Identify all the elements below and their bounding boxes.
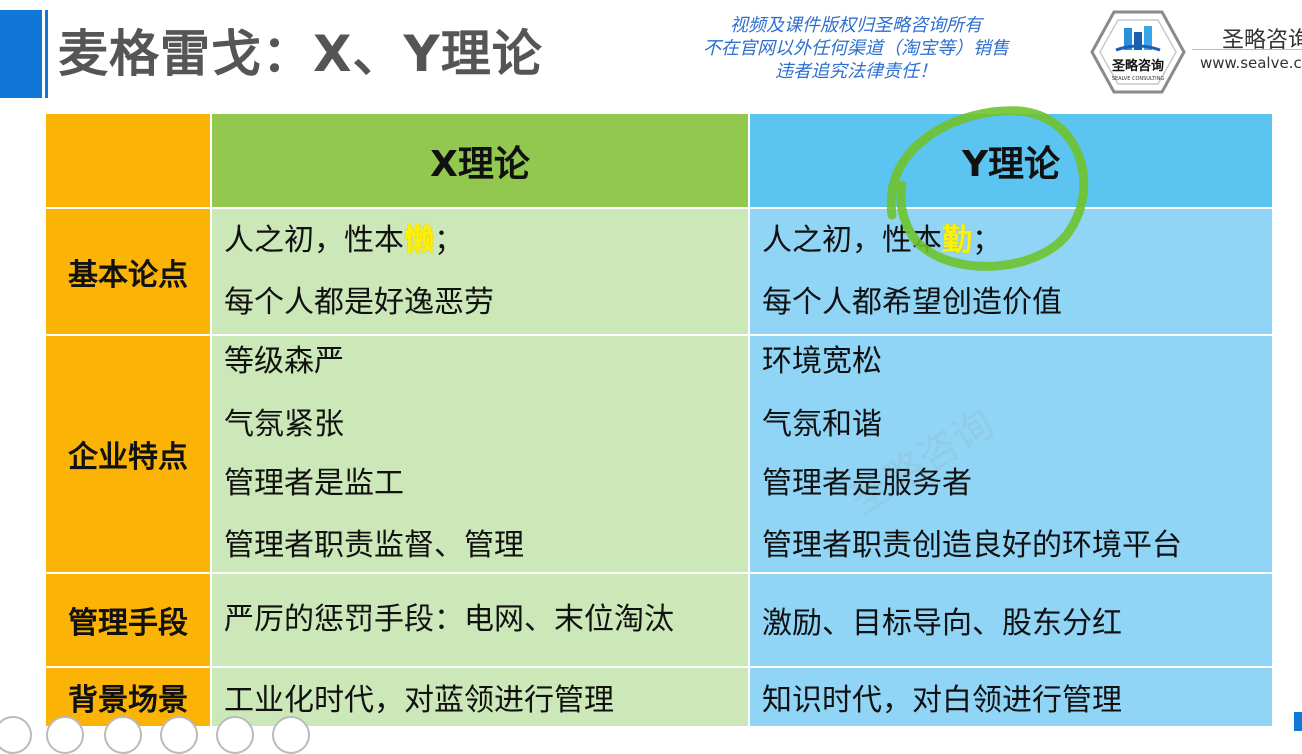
highlight-diligent: 勤 [942,222,972,258]
text-segment: 人之初，性本 [762,222,942,258]
corner-cell [44,112,212,209]
x-scene-text: 工业化时代，对蓝领进行管理 [224,683,614,718]
prev-control[interactable] [0,716,32,754]
y-method-text: 激励、目标导向、股东分红 [762,606,1122,641]
accent-bar [0,10,42,98]
y-method-cell: 激励、目标导向、股东分红 [748,572,1274,668]
list-item: 管理者是监工 [224,466,404,501]
y-basic-line-1: 人之初，性本勤； [750,210,1272,272]
y-enterprise-cell: 环境宽松 气氛和谐 管理者是服务者 管理者职责创造良好的环境平台 [748,334,1274,574]
x-method-text: 严厉的惩罚手段：电网、末位淘汰 [224,602,674,637]
list-item: 气氛紧张 [224,407,344,442]
y-scene-cell: 知识时代，对白领进行管理 [748,666,1274,728]
x-basic-cell: 人之初，性本懒； 每个人都是好逸恶劳 [210,207,750,336]
text-segment: 人之初，性本 [224,222,404,258]
text-segment: ； [972,222,1002,258]
x-basic-line-1: 人之初，性本懒； [212,210,748,272]
list-item: 管理者是服务者 [762,466,972,501]
copyright-line-1: 视频及课件版权归圣略咨询所有 [730,15,982,36]
brand-url: www.sealve.c [1200,54,1302,72]
list-item: 气氛和谐 [762,407,882,442]
row-label-enterprise: 企业特点 [44,334,212,574]
text-segment: ； [434,222,464,258]
y-basic-line-2: 每个人都希望创造价值 [762,284,1062,320]
x-theory-header: X理论 [210,112,750,209]
list-item: 环境宽松 [762,344,882,379]
x-method-cell: 严厉的惩罚手段：电网、末位淘汰 [210,572,750,668]
list-item: 等级森严 [224,344,344,379]
svg-text:SEALVE CONSULTING: SEALVE CONSULTING [1112,76,1165,82]
table-row: 基本论点 人之初，性本懒； 每个人都是好逸恶劳 人之初，性本勤； 每个人都希望创… [44,207,1274,336]
x-basic-line-2: 每个人都是好逸恶劳 [224,284,494,320]
slide-title: 麦格雷戈：X、Y理论 [58,25,543,83]
row-label-basic: 基本论点 [44,207,212,336]
company-logo: 圣略咨询 SEALVE CONSULTING [1090,10,1186,94]
control-button[interactable] [104,716,142,754]
control-button[interactable] [46,716,84,754]
control-button[interactable] [160,716,198,754]
edge-marker [1294,712,1302,731]
accent-bar-line [45,10,48,98]
presentation-controls [0,716,330,754]
table-row: 企业特点 等级森严 气氛紧张 管理者是监工 管理者职责监督、管理 环境宽松 气氛… [44,334,1274,574]
copyright-line-3: 违者追究法律责任！ [775,61,937,82]
list-item: 管理者职责创造良好的环境平台 [762,528,1182,563]
brand-divider [1192,49,1302,50]
copyright-notice: 视频及课件版权归圣略咨询所有 不在官网以外任何渠道（淘宝等）销售 违者追究法律责… [676,14,1036,83]
highlight-lazy: 懒 [404,222,434,258]
theory-comparison-table: X理论 Y理论 基本论点 人之初，性本懒； 每个人都是好逸恶劳 人之初，性本勤；… [44,112,1274,728]
x-enterprise-cell: 等级森严 气氛紧张 管理者是监工 管理者职责监督、管理 [210,334,750,574]
table-header-row: X理论 Y理论 [44,112,1274,209]
copyright-line-2: 不在官网以外任何渠道（淘宝等）销售 [703,38,1009,59]
control-button[interactable] [272,716,310,754]
svg-text:圣略咨询: 圣略咨询 [1112,58,1164,74]
table-row: 管理手段 严厉的惩罚手段：电网、末位淘汰 激励、目标导向、股东分红 [44,572,1274,668]
y-theory-header: Y理论 [748,112,1274,209]
y-scene-text: 知识时代，对白领进行管理 [762,683,1122,718]
list-item: 管理者职责监督、管理 [224,528,524,563]
row-label-method: 管理手段 [44,572,212,668]
control-button[interactable] [216,716,254,754]
y-basic-cell: 人之初，性本勤； 每个人都希望创造价值 [748,207,1274,336]
